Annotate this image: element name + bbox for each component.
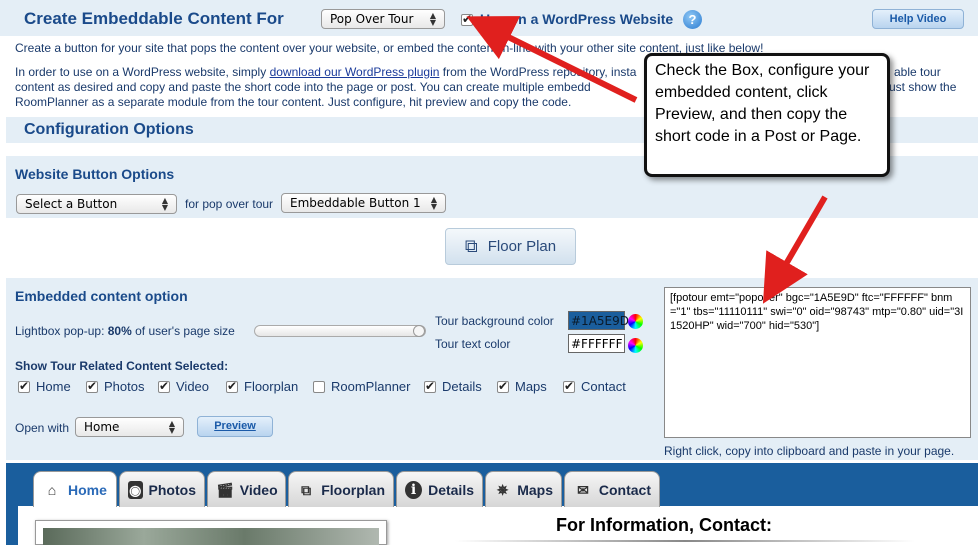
tab-maps-label: Maps (517, 481, 553, 498)
preview-photo (35, 520, 387, 545)
tab-home[interactable]: ⌂ Home (33, 471, 117, 507)
contact-divider (455, 540, 915, 542)
arrow-to-shortcode (762, 195, 828, 304)
tab-home-label: Home (68, 481, 107, 498)
tab-floorplan[interactable]: ⧉ Floorplan (288, 471, 394, 507)
photo-image (43, 528, 379, 545)
contact-heading: For Information, Contact: (556, 515, 772, 535)
tab-video-label: Video (239, 481, 278, 498)
tab-contact-label: Contact (598, 481, 651, 498)
tab-details[interactable]: i Details (396, 471, 483, 507)
tab-photos[interactable]: ◉ Photos (119, 471, 205, 507)
tab-video[interactable]: 🎬︎ Video (207, 471, 286, 507)
tab-floorplan-label: Floorplan (321, 481, 385, 498)
house-icon: ⌂ (47, 481, 57, 498)
envelope-icon: ✉ (577, 481, 589, 498)
tab-contact[interactable]: ✉ Contact (564, 471, 660, 507)
arrow-to-checkbox (466, 16, 638, 103)
tab-maps[interactable]: ✵ Maps (485, 471, 562, 507)
tab-photos-label: Photos (148, 481, 196, 498)
floorplan-icon: ⧉ (301, 481, 312, 498)
camera-icon: ◉ (128, 480, 143, 499)
film-icon: 🎬︎ (216, 481, 234, 498)
info-icon: i (405, 480, 423, 499)
tab-details-label: Details (428, 481, 474, 498)
compass-icon: ✵ (496, 481, 509, 498)
